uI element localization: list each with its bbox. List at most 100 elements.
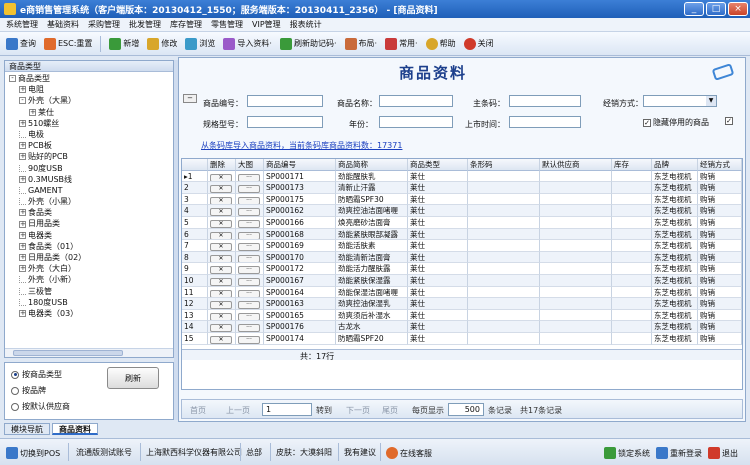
tab-module-nav[interactable]: 模块导航	[4, 423, 50, 435]
tree-node[interactable]: + 食品类	[5, 207, 173, 218]
exit-button[interactable]: 退出	[708, 447, 738, 459]
view-image-button[interactable]: ···	[238, 208, 260, 217]
column-header[interactable]: 条形码	[468, 159, 540, 171]
column-header[interactable]	[182, 159, 208, 171]
menu-vip[interactable]: VIP管理	[252, 19, 281, 30]
add-button[interactable]: 新增	[109, 37, 139, 50]
table-row[interactable]: ▸1 ✕ ··· SP000171 劲能醒肤乳 莱仕 东芝电视机 购销	[182, 170, 742, 183]
tree-node[interactable]: + PCB板	[5, 140, 173, 151]
column-header[interactable]: 商品简称	[336, 159, 408, 171]
favorite-button[interactable]: 常用·	[385, 37, 418, 50]
table-row[interactable]: 2 ✕ ··· SP000173 清新止汗露 莱仕 东芝电视机 购销	[182, 182, 742, 194]
table-row[interactable]: 3 ✕ ··· SP000175 防晒霜SPF30 莱仕 东芝电视机 购销	[182, 193, 742, 206]
table-row[interactable]: 15 ✕ ··· SP000174 防晒霜SPF20 莱仕 东芝电视机 购销	[182, 333, 742, 345]
expand-icon[interactable]: +	[19, 220, 26, 228]
column-header[interactable]: 商品编号	[264, 159, 336, 171]
view-image-button[interactable]: ···	[238, 196, 260, 205]
expand-icon[interactable]: +	[19, 254, 26, 262]
menu-retail[interactable]: 零售管理	[211, 19, 243, 30]
tree-horizontal-scrollbar[interactable]	[5, 348, 173, 357]
tree-node[interactable]: + 电器类（03）	[5, 308, 173, 319]
view-image-button[interactable]: ···	[238, 301, 260, 309]
table-row[interactable]: 8 ✕ ··· SP000170 劲能清新洁面膏 莱仕 东芝电视机 购销	[182, 251, 742, 264]
view-image-button[interactable]: ···	[238, 254, 260, 263]
column-header[interactable]: 大图	[236, 159, 264, 171]
tree-node[interactable]: + 贴好的PCB	[5, 151, 173, 162]
tree-node[interactable]: + 莱仕	[5, 107, 173, 118]
expand-icon[interactable]: +	[19, 153, 26, 161]
refresh-code-button[interactable]: 刷新助记码·	[279, 37, 337, 50]
column-header[interactable]: 商品类型	[408, 159, 468, 171]
help-button[interactable]: 帮助	[425, 37, 456, 50]
goto-button[interactable]: 转到	[316, 405, 332, 416]
table-row[interactable]: 11 ✕ ··· SP000164 劲能保湿洁面啫喱 莱仕 东芝电视机 购销	[182, 286, 742, 299]
spec-input[interactable]	[247, 116, 323, 128]
table-row[interactable]: 13 ✕ ··· SP000165 劲爽须后补湿水 莱仕 东芝电视机 购销	[182, 309, 742, 322]
close-button[interactable]: 关闭	[463, 37, 494, 50]
tree-node[interactable]: + 外壳（大白）	[5, 263, 173, 274]
tree-node[interactable]: 外壳（小新）	[5, 274, 173, 285]
view-image-button[interactable]: ···	[238, 231, 260, 240]
year-input[interactable]	[379, 116, 453, 128]
delete-row-button[interactable]: ✕	[210, 185, 232, 193]
table-row[interactable]: 9 ✕ ··· SP000172 劲能活力醒肤露 莱仕 东芝电视机 购销	[182, 263, 742, 275]
delete-row-button[interactable]: ✕	[210, 324, 232, 333]
table-row[interactable]: 5 ✕ ··· SP000166 焕亮磨砂洁面膏 莱仕 东芝电视机 购销	[182, 217, 742, 229]
delete-row-button[interactable]: ✕	[210, 336, 232, 344]
tree-node[interactable]: GAMENT	[5, 185, 173, 196]
tree-node[interactable]: + 日用品类	[5, 218, 173, 229]
delete-row-button[interactable]: ✕	[210, 231, 232, 240]
hide-disabled-checkbox[interactable]: ✓ 隐藏停用的商品	[643, 117, 709, 128]
expand-icon[interactable]: +	[19, 242, 26, 250]
tab-product-info[interactable]: 商品资料	[52, 423, 98, 435]
delete-row-button[interactable]: ✕	[210, 289, 232, 298]
refresh-button[interactable]: 刷新	[107, 367, 159, 389]
delete-row-button[interactable]: ✕	[210, 220, 232, 228]
tree-node[interactable]: 外壳（小黑）	[5, 196, 173, 207]
collapse-filter-button[interactable]: −	[183, 94, 197, 103]
menu-purchase[interactable]: 采购管理	[88, 19, 120, 30]
expand-icon[interactable]: +	[29, 108, 36, 116]
import-button[interactable]: 导入资料·	[223, 37, 272, 50]
tree-node[interactable]: - 外壳（大黑）	[5, 95, 173, 106]
tree-node[interactable]: - 商品类型	[5, 73, 173, 84]
delete-row-button[interactable]: ✕	[210, 266, 232, 275]
expand-icon[interactable]: +	[19, 142, 26, 150]
view-image-button[interactable]: ···	[238, 266, 260, 275]
name-input[interactable]	[379, 95, 453, 107]
minimize-button[interactable]: _	[684, 2, 704, 16]
table-row[interactable]: 10 ✕ ··· SP000167 劲能紧肤保湿露 莱仕 东芝电视机 购销	[182, 275, 742, 287]
radio-by-type[interactable]: 按商品类型	[11, 369, 62, 380]
column-header[interactable]: 默认供应商	[540, 159, 612, 171]
menu-wholesale[interactable]: 批发管理	[129, 19, 161, 30]
table-row[interactable]: 6 ✕ ··· SP000168 劲能紧肤眼部凝露 莱仕 东芝电视机 购销	[182, 228, 742, 241]
expand-icon[interactable]: +	[19, 209, 26, 217]
tree-node[interactable]: +0.3MUSB线	[5, 174, 173, 185]
delete-row-button[interactable]: ✕	[210, 173, 232, 182]
tree-node[interactable]: + 日用品类（02）	[5, 252, 173, 263]
expand-icon[interactable]: +	[19, 265, 26, 273]
relogin-button[interactable]: 重新登录	[656, 447, 702, 459]
view-image-button[interactable]: ···	[238, 324, 260, 333]
expand-icon[interactable]: +	[19, 310, 26, 318]
radio-by-brand[interactable]: 按品牌	[11, 385, 46, 396]
column-header[interactable]: 删除	[208, 159, 236, 171]
delete-row-button[interactable]: ✕	[210, 196, 232, 205]
barcode-input[interactable]	[509, 95, 581, 107]
tree-node[interactable]: 180度USB	[5, 297, 173, 308]
table-row[interactable]: 12 ✕ ··· SP000163 劲爽控油保湿乳 莱仕 东芝电视机 购销	[182, 298, 742, 310]
view-image-button[interactable]: ···	[238, 185, 260, 193]
expand-icon[interactable]: +	[19, 86, 26, 94]
table-row[interactable]: 4 ✕ ··· SP000162 劲爽控油洁面啫喱 莱仕 东芝电视机 购销	[182, 205, 742, 217]
expand-icon[interactable]: +	[19, 231, 26, 239]
table-row[interactable]: 7 ✕ ··· SP000169 劲能活肤素 莱仕 东芝电视机 购销	[182, 240, 742, 252]
tree-node[interactable]: + 电器类	[5, 230, 173, 241]
expand-icon[interactable]: +	[19, 119, 26, 127]
view-image-button[interactable]: ···	[238, 336, 260, 344]
reset-button[interactable]: ESC:重置	[44, 37, 92, 50]
browse-button[interactable]: 浏览	[185, 37, 215, 50]
delete-row-button[interactable]: ✕	[210, 254, 232, 263]
prev-page-button[interactable]: 上一页	[226, 405, 250, 416]
delete-row-button[interactable]: ✕	[210, 208, 232, 217]
online-service-button[interactable]: 在线客服	[386, 447, 432, 459]
